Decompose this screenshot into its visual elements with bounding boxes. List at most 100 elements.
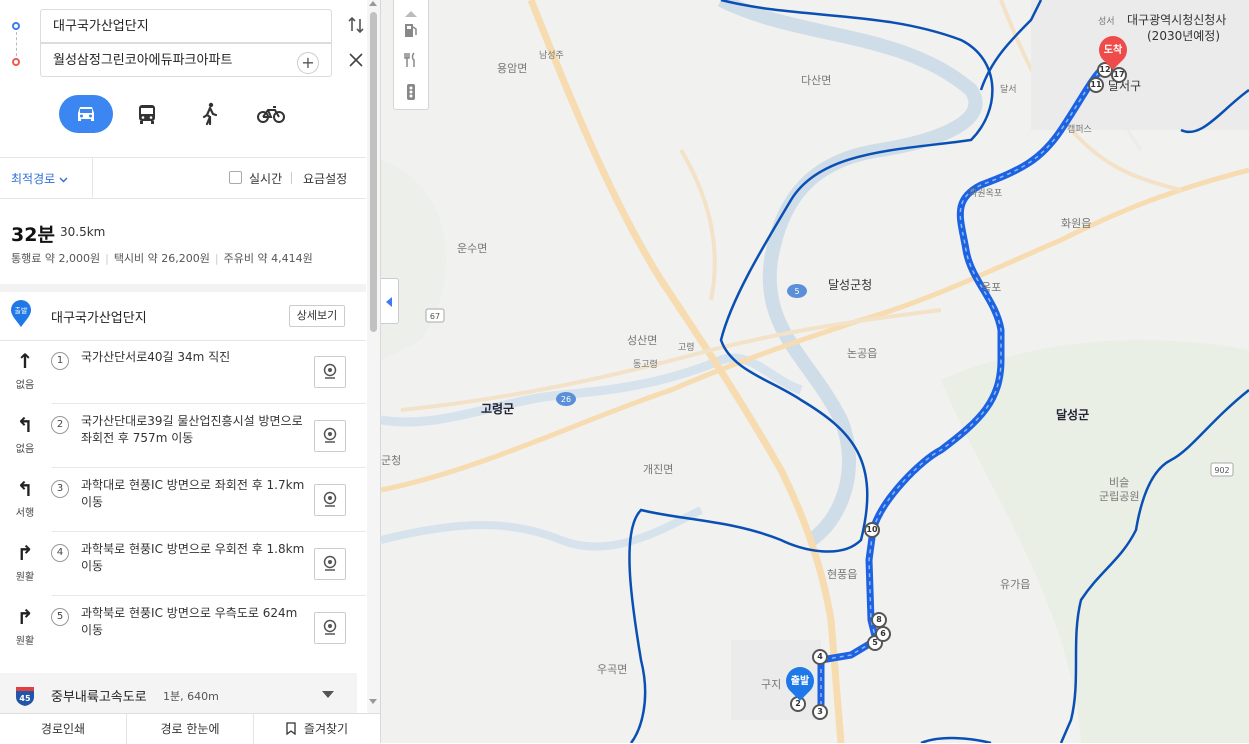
gas-station-icon[interactable] [394,16,428,44]
map-label: 우곡면 [597,663,628,676]
map-label: 개진면 [643,463,674,476]
end-pin-icon[interactable]: 도착 [1093,30,1133,70]
scroll-down-icon[interactable] [369,699,377,704]
map-view[interactable]: 67 5 26 902 다산면 용암면 남성주 운수면 고령군 성산면 고령 동… [381,0,1249,743]
realtime-label: 실시간 [249,172,283,186]
map-label: 동고령 [633,360,658,370]
map-label: 옥포 [981,281,1002,294]
waypoint-badge[interactable]: 4 [812,649,828,665]
waypoint-badge[interactable]: 11 [1088,77,1104,93]
traffic-light-icon[interactable] [394,78,428,106]
add-waypoint-button[interactable]: + [297,52,319,74]
step-text: 과학북로 현풍IC 방면으로 우측도로 624m 이동 [81,606,298,637]
map-label: 남성주 [539,51,564,61]
route-step[interactable]: ↑ 없음 1 국가산단서로40길 34m 직진 [0,340,366,404]
bottom-toolbar: 경로인쇄 경로 한눈에 즐겨찾기 [0,713,380,744]
origin-dot-icon [12,22,20,30]
map-label: 유가읍 [1000,578,1031,591]
traffic-status: 원활 [15,572,35,583]
left-turn-arrow-icon: ↰ [16,477,34,501]
print-route-button[interactable]: 경로인쇄 [0,714,127,744]
bike-mode-button[interactable] [250,95,292,133]
travel-time: 32분 [11,224,55,246]
favorite-button[interactable]: 즐겨찾기 [254,714,380,744]
map-label: 다산면 [801,74,832,87]
walk-mode-button[interactable] [189,95,231,133]
map-label: 캠퍼스 [1067,125,1092,135]
roadview-button[interactable] [314,612,346,644]
map-label: 화원읍 [1061,217,1092,230]
roadview-icon [323,619,337,635]
map-label: 논공읍 [847,347,878,360]
right-turn-arrow-icon: ↱ [16,541,34,565]
traffic-status: 없음 [15,444,35,455]
highway-name: 중부내륙고속도로 [51,690,147,705]
roadview-icon [323,363,337,379]
traffic-status: 없음 [15,380,35,391]
restaurant-icon[interactable] [394,46,428,74]
step-text: 국가산단대로39길 물산업진흥시설 방면으로 좌회전 후 757m 이동 [81,414,303,445]
car-mode-button[interactable] [59,95,113,133]
road-number-5: 5 [794,287,799,296]
route-option-select[interactable]: 최적경로 [11,170,68,187]
favorite-label: 즐겨찾기 [303,722,349,736]
destination-input[interactable]: 월성삼정그린코아에듀파크아파트 [40,43,332,77]
chevron-down-icon[interactable] [322,691,334,698]
car-icon [78,107,94,121]
route-step[interactable]: ↰ 서행 3 과학대로 현풍IC 방면으로 좌회전 후 1.7km 이동 [0,468,366,532]
divider [0,157,366,158]
step-text: 국가산단서로40길 34m 직진 [81,350,231,364]
travel-distance: 30.5km [60,225,106,239]
detail-button[interactable]: 상세보기 [289,305,345,327]
walk-icon [202,102,218,126]
bear-right-arrow-icon: ↱ [16,605,34,629]
roadview-icon [323,555,337,571]
route-step[interactable]: ↱ 원활 5 과학북로 현풍IC 방면으로 우측도로 624m 이동 [0,596,366,660]
start-pin-label: 출발 [790,676,810,687]
bus-mode-button[interactable] [126,95,168,133]
map-label: 성서 [1098,17,1115,27]
section-gap [0,284,366,292]
map-label: 달성군청 [828,278,873,292]
route-step[interactable]: ↰ 없음 2 국가산단대로39길 물산업진흥시설 방면으로 좌회전 후 757m… [0,404,366,468]
bookmark-icon [286,722,296,736]
waypoint-badge[interactable]: 8 [871,612,887,628]
divider [92,158,93,198]
roadview-button[interactable] [314,484,346,516]
map-label: 달성군 [1056,408,1090,422]
step-number: 2 [51,416,69,434]
route-step[interactable]: ↱ 원활 4 과학북로 현풍IC 방면으로 우회전 후 1.8km 이동 [0,532,366,596]
map-label: 현풍읍 [827,568,858,581]
roadview-button[interactable] [314,356,346,388]
end-pin-label: 도착 [1103,45,1123,56]
roadview-icon [323,491,337,507]
destination-dot-icon [12,58,20,66]
start-location-name: 대구국가산업단지 [51,311,147,326]
map-label: 군립공원 [1099,490,1140,503]
route-overview-button[interactable]: 경로 한눈에 [127,714,254,744]
road-number-67: 67 [430,312,440,321]
roadview-button[interactable] [314,548,346,580]
step-number: 4 [51,544,69,562]
start-pin-icon[interactable]: 출발 [780,661,820,701]
swap-icon[interactable] [346,15,366,35]
fare-setting-link[interactable]: 요금설정 [303,170,347,187]
map-label: 달서 [1000,85,1017,95]
realtime-checkbox[interactable] [229,171,242,184]
traffic-status: 원활 [15,636,35,647]
map-label: 화원옥포 [969,189,1003,199]
scroll-up-icon[interactable] [369,1,377,6]
cost-summary: 통행료 약 2,000원 | 택시비 약 26,200원 | 주유비 약 4,414원 [11,252,313,265]
waypoint-badge[interactable]: 10 [864,522,880,538]
chevron-left-icon [386,297,392,307]
collapse-panel-button[interactable] [381,278,399,324]
waypoint-badge[interactable]: 6 [875,626,891,642]
scrollbar-thumb[interactable] [370,12,377,332]
origin-input[interactable]: 대구국가산업단지 [40,9,332,43]
waypoint-badge[interactable]: 3 [812,704,828,720]
map-label: 고령 [678,343,695,353]
highway-section[interactable]: 45 중부내륙고속도로 1분, 640m [0,673,357,713]
roadview-button[interactable] [314,420,346,452]
left-turn-arrow-icon: ↰ [16,413,34,437]
close-icon[interactable] [346,52,366,72]
